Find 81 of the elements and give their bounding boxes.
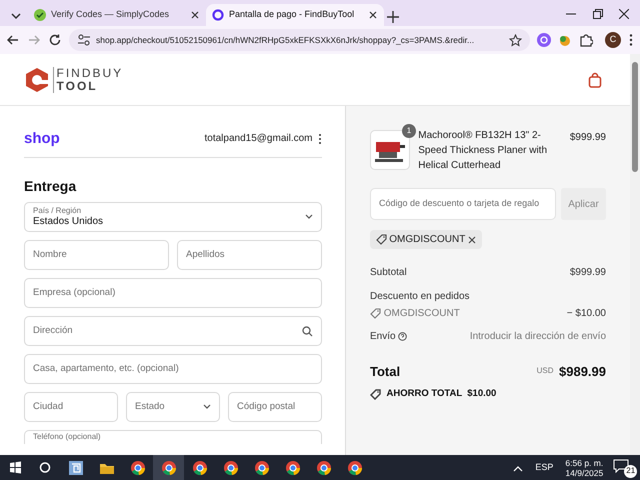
extension-icon[interactable]: [536, 33, 550, 47]
taskbar-app[interactable]: [153, 455, 184, 480]
restore-icon[interactable]: [592, 9, 602, 19]
clock-date[interactable]: 14/9/2025: [565, 468, 604, 478]
clock-time[interactable]: 6:56 p. m.: [565, 458, 604, 468]
tag-icon: [370, 388, 381, 400]
browser-icon: [284, 458, 302, 476]
app-icon: [66, 458, 84, 476]
profile-avatar[interactable]: C: [605, 32, 621, 48]
ring-icon: [212, 9, 224, 21]
search-icon: [302, 326, 313, 336]
menu-icon[interactable]: [628, 33, 634, 47]
total-label: Total: [370, 362, 400, 380]
input-field[interactable]: Empresa (opcional): [24, 278, 322, 308]
product-price: $999.99: [570, 131, 606, 145]
input-field[interactable]: Código de descuento o tarjeta de regalo: [370, 188, 556, 220]
savings-text: AHORRO TOTAL $10.00: [386, 387, 496, 401]
browser-icon: [190, 458, 208, 476]
browser-icon: [160, 458, 178, 476]
input-field[interactable]: Nombre: [24, 240, 169, 270]
shop-logo: shop: [24, 128, 60, 148]
logo-text: TOOL: [56, 80, 99, 92]
logo-text: FINDBUY: [56, 66, 124, 80]
address-bar[interactable]: shop.app/checkout/51052150961/cn/hWN2fRHpG5xkEFKSXkX6nJrk/shoppay?_cs=3PAMS.&redir...: [69, 29, 530, 51]
input-field[interactable]: Casa, apartamento, etc. (opcional): [24, 354, 322, 384]
scrollbar[interactable]: [630, 54, 640, 455]
product-name: Machorool® FB132H 13" 2-Speed Thickness Planer with Helical Cutterhead: [417, 129, 548, 173]
shopping-bag-icon[interactable]: [588, 72, 602, 88]
browser-icon: [128, 458, 146, 476]
subtotal-label: Subtotal: [370, 266, 407, 280]
shipping-value: Introducir la dirección de envío: [470, 330, 606, 344]
tag-icon: [376, 234, 386, 245]
close-icon[interactable]: [368, 10, 378, 20]
language-indicator[interactable]: ESP: [535, 460, 554, 474]
back-icon[interactable]: [6, 33, 20, 47]
new-tab-icon[interactable]: [384, 8, 402, 26]
input-field[interactable]: Dirección: [24, 316, 322, 346]
dropdown-field[interactable]: Estado: [126, 392, 220, 422]
browser-icon: [222, 458, 240, 476]
reload-icon[interactable]: [48, 33, 62, 47]
star-icon[interactable]: [508, 34, 522, 46]
apply-button[interactable]: Aplicar: [561, 188, 606, 220]
tag-icon: [370, 308, 381, 318]
shipping-label: Envío: [370, 330, 396, 344]
input-field[interactable]: Ciudad: [24, 392, 118, 422]
close-icon[interactable]: [468, 236, 476, 244]
browser-tab[interactable]: Verify Codes — SimplyCodes: [28, 4, 206, 26]
tab-title: Verify Codes — SimplyCodes: [51, 8, 170, 22]
total-value: $989.99: [559, 362, 606, 380]
account-email: totalpand15@gmail.com: [204, 132, 312, 146]
chevron-down-icon: [305, 214, 313, 220]
input-field[interactable]: Código postal: [228, 392, 322, 422]
help-icon[interactable]: [398, 332, 408, 340]
section-heading: Entrega: [24, 177, 78, 196]
chevron-up-icon[interactable]: [513, 464, 524, 472]
discount-chip: OMGDISCOUNT: [370, 230, 482, 249]
discount-value: − $10.00: [566, 306, 606, 320]
discount-code: OMGDISCOUNT: [370, 306, 460, 320]
input-field[interactable]: Apellidos: [177, 240, 322, 270]
check-icon: [34, 9, 46, 21]
discount-label: Descuento en pedidos: [370, 290, 470, 304]
puzzle-icon[interactable]: [578, 33, 592, 47]
browser-icon: [252, 458, 270, 476]
notification-count: 21: [624, 464, 638, 478]
quantity-badge: 1: [402, 124, 416, 138]
input-field[interactable]: Teléfono (opcional): [24, 430, 322, 444]
close-icon[interactable]: [619, 9, 629, 19]
dropdown-field[interactable]: País / Región Estados Unidos: [24, 202, 322, 232]
currency-label: USD: [536, 365, 554, 378]
browser-icon: [346, 458, 364, 476]
browser-tab[interactable]: Pantalla de pago - FindBuyTool: [206, 4, 384, 26]
close-icon[interactable]: [190, 10, 200, 20]
more-icon[interactable]: [318, 132, 322, 145]
notification-button[interactable]: 21: [613, 458, 638, 478]
subtotal-value: $999.99: [570, 266, 606, 280]
browser-icon: [314, 458, 332, 476]
logo-icon: [24, 66, 50, 92]
extension-icon[interactable]: [558, 33, 572, 47]
tab-title: Pantalla de pago - FindBuyTool: [229, 8, 356, 22]
site-settings-icon[interactable]: [77, 33, 91, 47]
chevron-down-icon: [203, 404, 211, 410]
